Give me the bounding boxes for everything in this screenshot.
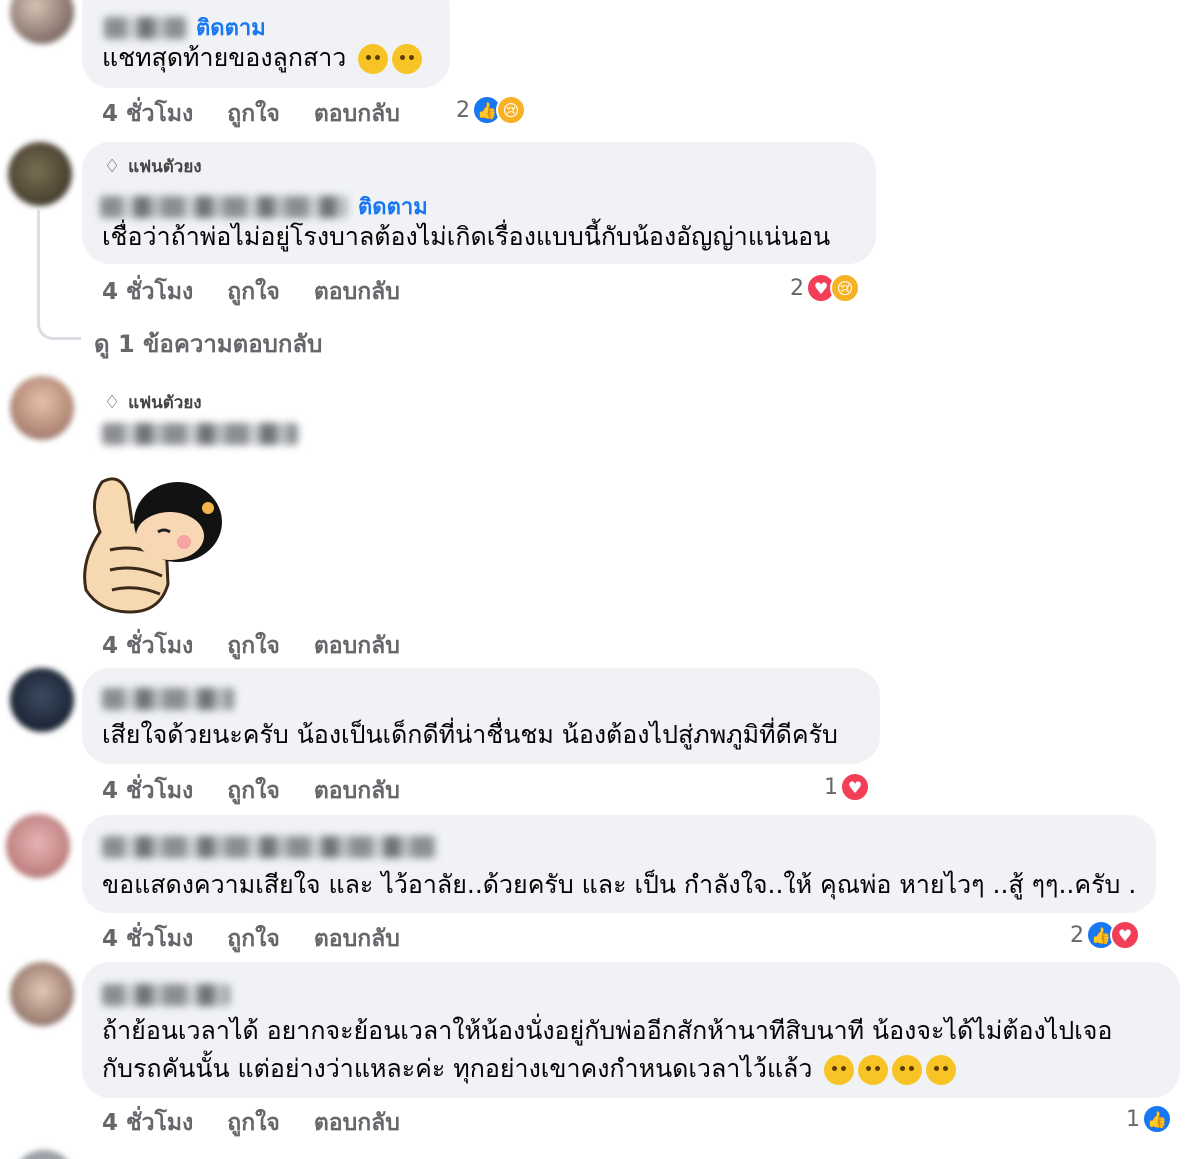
timestamp-link[interactable]: 4 ชั่วโมง: [102, 1105, 193, 1141]
reaction-summary[interactable]: 1 ♥: [824, 772, 870, 802]
reply-button[interactable]: ตอบกลับ: [314, 96, 400, 132]
pensive-face-icon: [892, 1055, 923, 1085]
reaction-count: 2: [1070, 922, 1084, 948]
avatar[interactable]: [8, 142, 72, 206]
avatar[interactable]: [10, 962, 74, 1026]
comment-header: [102, 836, 436, 858]
like-button[interactable]: ถูกใจ: [227, 274, 280, 310]
sticker-cheek: [177, 535, 191, 549]
commenter-name[interactable]: [102, 688, 234, 710]
like-button[interactable]: ถูกใจ: [227, 921, 280, 957]
comment-actions: 4 ชั่วโมง ถูกใจ ตอบกลับ: [102, 274, 400, 310]
comment-text: ถ้าย้อนเวลาได้ อยากจะย้อนเวลาให้น้องนั่ง…: [102, 1012, 1112, 1088]
comment-header: [102, 984, 230, 1006]
comment-actions: 4 ชั่วโมง ถูกใจ ตอบกลับ: [102, 773, 400, 809]
reply-button[interactable]: ตอบกลับ: [314, 773, 400, 809]
reaction-summary[interactable]: 2 ♥ 😢: [790, 273, 860, 303]
timestamp-link[interactable]: 4 ชั่วโมง: [102, 628, 193, 664]
reaction-summary[interactable]: 1 👍: [1126, 1104, 1172, 1134]
commenter-name[interactable]: [102, 836, 436, 858]
avatar[interactable]: [10, 376, 74, 440]
thumbs-up-girl-sticker: [83, 477, 222, 614]
reply-button[interactable]: ตอบกลับ: [314, 628, 400, 664]
reply-button[interactable]: ตอบกลับ: [314, 1105, 400, 1141]
love-reaction-icon: ♥: [840, 772, 870, 802]
crying-face-icon: [358, 44, 389, 74]
reply-button[interactable]: ตอบกลับ: [314, 274, 400, 310]
sad-reaction-icon: 😢: [496, 95, 526, 125]
timestamp-link[interactable]: 4 ชั่วโมง: [102, 274, 193, 310]
pensive-face-icon: [824, 1055, 855, 1085]
top-fan-badge: ♢ แฟนตัวยง: [104, 389, 202, 416]
commenter-name[interactable]: [104, 16, 186, 39]
comment-text: ขอแสดงความเสียใจ และ ไว้อาลัย..ด้วยครับ …: [102, 870, 1137, 899]
comment-text-body: แชทสุดท้ายของลูกสาว: [102, 43, 347, 72]
pensive-face-icon: [858, 1055, 889, 1085]
comment-text-body: กับรถคันนั้น แต่อย่างว่าแหละค่ะ ทุกอย่าง…: [102, 1054, 813, 1083]
comment-text: เชื่อว่าถ้าพ่อไม่อยู่โรงบาลต้องไม่เกิดเร…: [102, 222, 831, 251]
comment-text: เสียใจด้วยนะครับ น้องเป็นเด็กดีที่น่าชื่…: [102, 720, 838, 749]
reaction-count: 1: [824, 774, 838, 800]
comment-actions: 4 ชั่วโมง ถูกใจ ตอบกลับ: [102, 1105, 400, 1141]
timestamp-link[interactable]: 4 ชั่วโมง: [102, 773, 193, 809]
comment-actions: 4 ชั่วโมง ถูกใจ ตอบกลับ: [102, 628, 400, 664]
pensive-face-icon: [926, 1055, 957, 1085]
crying-face-icon: [392, 44, 423, 74]
comment-header: [102, 423, 298, 445]
sticker-hair-bow: [202, 502, 214, 514]
comment-actions: 4 ชั่วโมง ถูกใจ ตอบกลับ: [102, 96, 400, 132]
badge-label: แฟนตัวยง: [128, 393, 202, 413]
like-button[interactable]: ถูกใจ: [227, 96, 280, 132]
commenter-name[interactable]: [102, 423, 298, 445]
comment-text: แชทสุดท้ายของลูกสาว: [102, 39, 423, 77]
love-reaction-icon: ♥: [1110, 920, 1140, 950]
view-replies-link[interactable]: ดู 1 ข้อความตอบกลับ: [94, 324, 322, 363]
thread-connector: [37, 210, 81, 340]
like-button[interactable]: ถูกใจ: [227, 1105, 280, 1141]
diamond-icon: ♢: [104, 156, 121, 177]
commenter-name[interactable]: [100, 195, 348, 218]
comment-actions: 4 ชั่วโมง ถูกใจ ตอบกลับ: [102, 921, 400, 957]
diamond-icon: ♢: [104, 392, 121, 413]
reply-button[interactable]: ตอบกลับ: [314, 921, 400, 957]
sticker-face: [136, 512, 204, 560]
like-reaction-icon: 👍: [1142, 1104, 1172, 1134]
like-button[interactable]: ถูกใจ: [227, 628, 280, 664]
reaction-count: 2: [790, 275, 804, 301]
comment-text-line: กับรถคันนั้น แต่อย่างว่าแหละค่ะ ทุกอย่าง…: [102, 1050, 1112, 1088]
avatar[interactable]: [12, 1150, 76, 1159]
commenter-name[interactable]: [102, 984, 230, 1006]
badge-label: แฟนตัวยง: [128, 157, 202, 177]
reaction-count: 1: [1126, 1106, 1140, 1132]
avatar[interactable]: [10, 0, 74, 44]
avatar[interactable]: [10, 668, 74, 732]
avatar[interactable]: [6, 814, 70, 878]
timestamp-link[interactable]: 4 ชั่วโมง: [102, 921, 193, 957]
top-fan-badge: ♢ แฟนตัวยง: [104, 153, 202, 180]
reaction-summary[interactable]: 2 👍 😢: [456, 95, 526, 125]
timestamp-link[interactable]: 4 ชั่วโมง: [102, 96, 193, 132]
comment-header: [102, 688, 234, 710]
reaction-count: 2: [456, 97, 470, 123]
reaction-summary[interactable]: 2 👍 ♥: [1070, 920, 1140, 950]
like-button[interactable]: ถูกใจ: [227, 773, 280, 809]
sad-reaction-icon: 😢: [830, 273, 860, 303]
comment-text-line: ถ้าย้อนเวลาได้ อยากจะย้อนเวลาให้น้องนั่ง…: [102, 1016, 1113, 1045]
